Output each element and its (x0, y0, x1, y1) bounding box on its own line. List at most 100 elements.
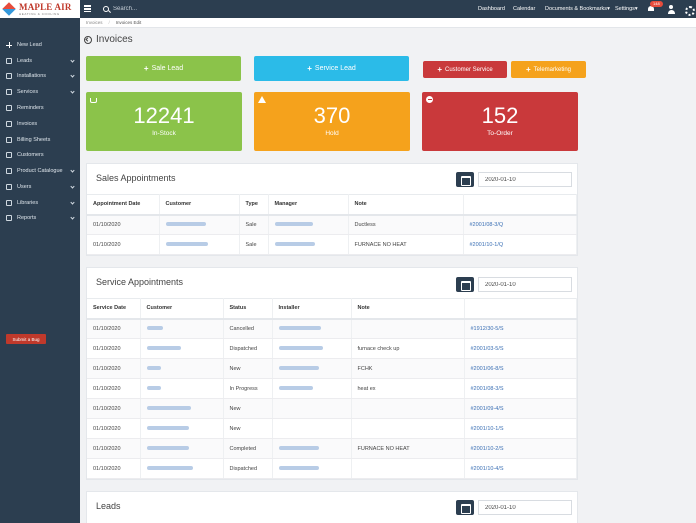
calendar-icon[interactable] (456, 277, 474, 292)
leads-date-input[interactable] (478, 500, 572, 515)
plus-icon: + (437, 65, 442, 74)
table-row[interactable]: 01/10/2020 New #2001/10-1/S (87, 418, 577, 439)
breadcrumb-current: Invoices Edit (115, 20, 142, 25)
table-row[interactable]: 01/10/2020 Dispatched #2001/10-4/S (87, 458, 577, 479)
nav-settings-dropdown[interactable]: Settings ▾ (615, 0, 638, 18)
manager-name (274, 222, 313, 227)
chevron-down-icon (70, 73, 75, 78)
appointment-link[interactable]: #2001/10-4/S (464, 458, 577, 479)
sidebar-item-leads[interactable]: Leads (0, 54, 80, 68)
sidebar-item-product-catalogue[interactable]: Product Catalogue (0, 164, 80, 178)
service-lead-button[interactable]: + Service Lead (254, 56, 409, 81)
customer-service-button[interactable]: + Customer Service (423, 61, 507, 78)
sidebar-item-users[interactable]: Users (0, 180, 80, 194)
table-row[interactable]: 01/10/2020 Sale Ductless #2001/08-3/Q (87, 214, 577, 235)
customer-link[interactable] (146, 426, 189, 431)
column-header: Appointment Date (87, 194, 160, 216)
table-row[interactable]: 01/10/2020 Cancelled #1912/30-5/S (87, 318, 577, 339)
search-input[interactable] (113, 6, 157, 12)
table-row[interactable]: 01/10/2020 New #2001/09-4/S (87, 398, 577, 419)
calendar-icon[interactable] (456, 500, 474, 515)
appointment-link[interactable]: #2001/10-2/S (464, 438, 577, 459)
customer-link[interactable] (165, 222, 206, 227)
nav-dashboard[interactable]: Dashboard (478, 0, 505, 18)
plus-icon: + (143, 64, 149, 73)
stat-value: 370 (313, 103, 351, 128)
customer-link[interactable] (146, 366, 161, 371)
sidebar-item-invoices[interactable]: Invoices (0, 117, 80, 131)
customer-link[interactable] (146, 446, 189, 451)
nav-documents-dropdown[interactable]: Documents & Bookmarks ▾ (545, 0, 610, 18)
plus-icon (6, 42, 12, 48)
minus-circle-icon (426, 96, 433, 103)
table-row[interactable]: 01/10/2020 Completed FURNACE NO HEAT #200… (87, 438, 577, 459)
dollar-icon (6, 121, 12, 127)
nav-calendar[interactable]: Calendar (513, 0, 535, 18)
search-icon (103, 6, 109, 12)
telemarketing-button[interactable]: + Telemarketing (511, 61, 586, 78)
calendar-icon[interactable] (456, 172, 474, 187)
appointment-link[interactable]: #2001/08-3/Q (463, 214, 577, 235)
column-header: Type (239, 194, 269, 216)
menu-toggle-icon[interactable] (84, 4, 94, 14)
sidebar-item-new-lead[interactable]: New Lead (0, 38, 80, 52)
user-icon[interactable] (666, 4, 676, 14)
table-row[interactable]: 01/10/2020 Dispatched furnace check up #2… (87, 338, 577, 359)
leads-panel: Leads (86, 491, 578, 523)
appointment-link[interactable]: #1912/30-5/S (464, 318, 577, 339)
customer-link[interactable] (165, 242, 208, 247)
panel-title: Service Appointments (96, 277, 184, 287)
sidebar-item-billing-sheets[interactable]: Billing Sheets (0, 133, 80, 147)
column-header: Customer (140, 298, 224, 320)
chevron-down-icon (70, 215, 75, 220)
sidebar: New Lead Leads Installations Services Re… (0, 18, 80, 523)
gear-icon[interactable] (683, 4, 695, 16)
appointment-link[interactable]: #2001/10-1/Q (463, 234, 577, 255)
appointment-link[interactable]: #2001/09-4/S (464, 398, 577, 419)
warning-icon (258, 96, 266, 103)
chevron-down-icon (70, 58, 75, 63)
search-box[interactable] (100, 3, 162, 15)
table-row[interactable]: 01/10/2020 In Progress heat ex #2001/08-3… (87, 378, 577, 399)
customer-link[interactable] (146, 466, 193, 471)
breadcrumb-parent[interactable]: Invoices (86, 20, 103, 25)
panel-title: Leads (96, 501, 121, 511)
sales-appointments-panel: Sales Appointments Appointment Date Cust… (86, 163, 578, 256)
customer-link[interactable] (146, 386, 161, 391)
sale-lead-button[interactable]: + Sale Lead (86, 56, 241, 81)
table-row[interactable]: 01/10/2020 Sale FURNACE NO HEAT #2001/10… (87, 234, 577, 255)
sales-table: Appointment Date Customer Type Manager N… (87, 194, 577, 255)
service-date-input[interactable] (478, 277, 572, 292)
brand-name: MAPLE AIR (19, 1, 72, 12)
service-appointments-panel: Service Appointments Service Date Custom… (86, 267, 578, 480)
chevron-down-icon (70, 168, 75, 173)
sidebar-item-installations[interactable]: Installations (0, 69, 80, 83)
appointment-link[interactable]: #2001/03-5/S (464, 338, 577, 359)
installer-name (278, 446, 319, 451)
installer-name (278, 326, 321, 331)
submit-bug-button[interactable]: Submit a Bug (6, 334, 46, 344)
appointment-link[interactable]: #2001/10-1/S (464, 418, 577, 439)
sidebar-item-libraries[interactable]: Libraries (0, 196, 80, 210)
sidebar-item-reports[interactable]: Reports (0, 211, 80, 225)
stat-card-in-stock[interactable]: 12241 In-Stock (86, 92, 242, 151)
column-header: Customer (159, 194, 240, 216)
sidebar-item-customers[interactable]: Customers (0, 148, 80, 162)
customer-link[interactable] (146, 326, 163, 331)
appointment-link[interactable]: #2001/06-8/S (464, 358, 577, 379)
stat-card-hold[interactable]: 370 Hold (254, 92, 410, 151)
appointment-link[interactable]: #2001/08-3/S (464, 378, 577, 399)
sales-date-input[interactable] (478, 172, 572, 187)
sheet-icon (6, 137, 12, 143)
customer-link[interactable] (146, 406, 191, 411)
customer-link[interactable] (146, 346, 181, 351)
logo[interactable]: MAPLE AIR HEATING & COOLING (0, 0, 80, 18)
sidebar-item-reminders[interactable]: Reminders (0, 101, 80, 115)
stat-card-to-order[interactable]: 152 To-Order (422, 92, 578, 151)
table-row[interactable]: 01/10/2020 New FCHK #2001/06-8/S (87, 358, 577, 379)
caret-down-icon: ▾ (607, 6, 610, 12)
back-circle-icon[interactable] (84, 35, 92, 44)
plus-icon: + (525, 65, 531, 74)
sidebar-item-services[interactable]: Services (0, 85, 80, 99)
installer-name (278, 386, 313, 391)
